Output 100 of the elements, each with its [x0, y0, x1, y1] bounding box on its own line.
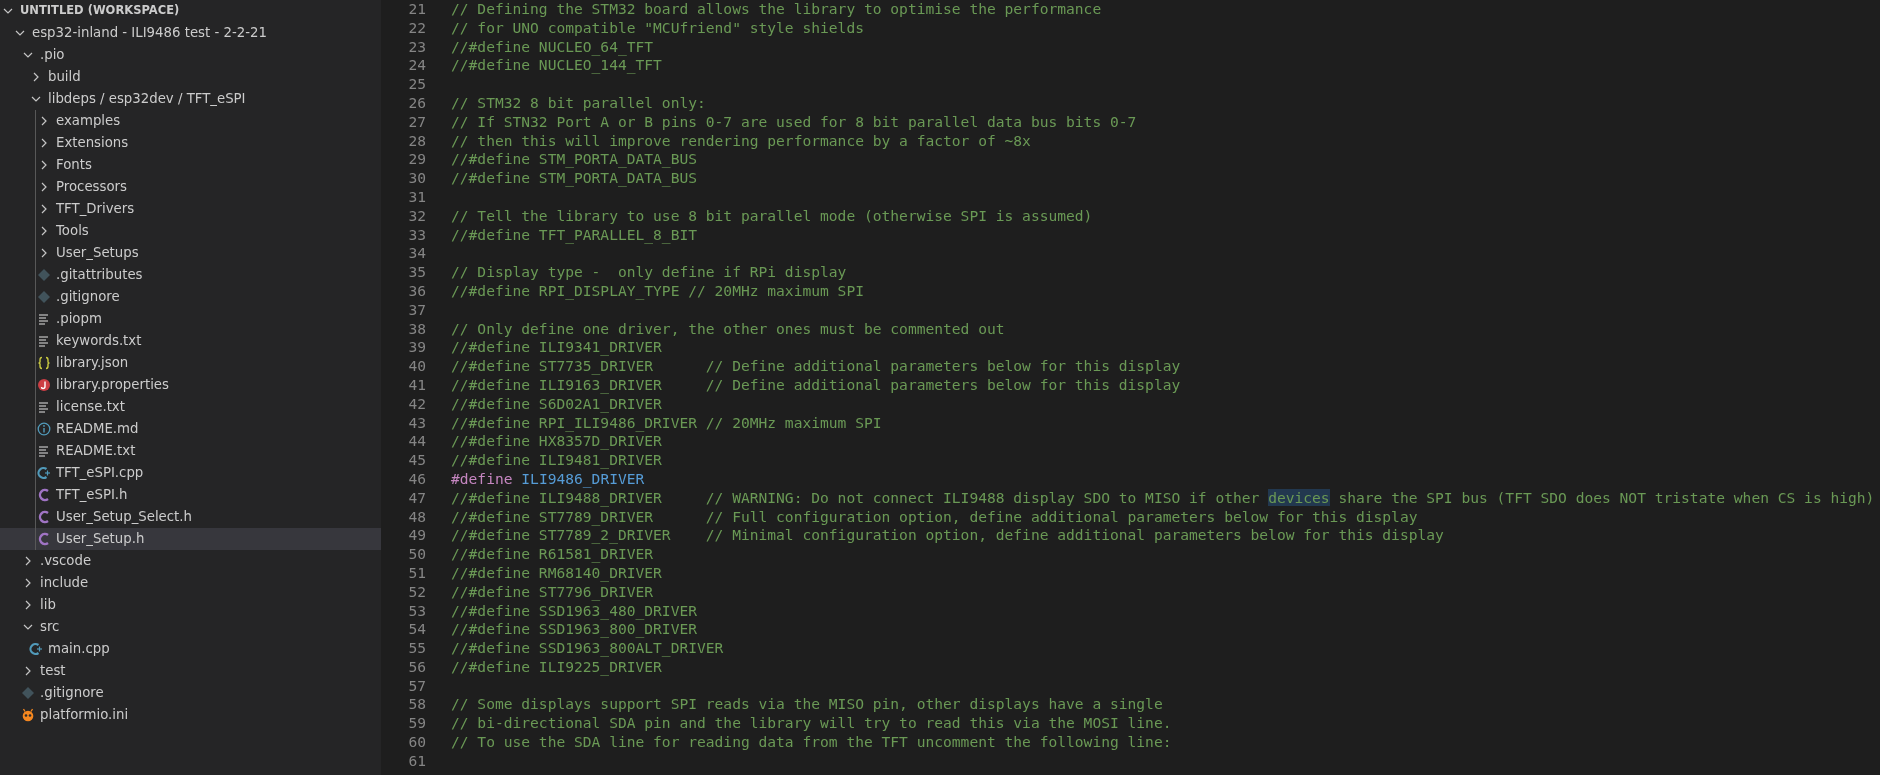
code-line: // If STN32 Port A or B pins 0-7 are used for 8 bit parallel data bus bits 0-7: [451, 112, 1137, 132]
line-number: 52: [407, 582, 426, 602]
code-line: //#define ILI9341_DRIVER: [451, 338, 662, 358]
line-number: 28: [407, 131, 426, 151]
diamond-icon: [37, 268, 51, 282]
line-number: 22: [407, 18, 426, 38]
line-number: 47: [407, 488, 426, 508]
code-line: // Defining the STM32 board allows the library to optimise the performance: [451, 0, 1102, 19]
line-number: 49: [407, 526, 426, 546]
code-line: // for UNO compatible "MCUfriend" style shields: [451, 18, 864, 38]
file-item[interactable]: User_Setup_Select.h: [0, 506, 381, 528]
file-item[interactable]: README.md: [0, 418, 381, 440]
line-number: 23: [407, 37, 426, 57]
diamond-icon: [21, 686, 35, 700]
braces-icon: [37, 356, 51, 370]
file-item[interactable]: User_Setup.h: [0, 528, 381, 550]
file-item[interactable]: .gitignore: [0, 286, 381, 308]
folder-item[interactable]: test: [0, 660, 381, 682]
code-line: //#define ST7789_2_DRIVER // Minimal configuration option, define additional parameters below for this display: [451, 526, 1444, 546]
line-number: 24: [407, 56, 426, 76]
line-number: 59: [407, 714, 426, 734]
line-number: 27: [407, 112, 426, 132]
line-number: 43: [407, 413, 426, 433]
file-item[interactable]: TFT_eSPI.h: [0, 484, 381, 506]
file-item[interactable]: keywords.txt: [0, 330, 381, 352]
line-number: 56: [407, 657, 426, 677]
code-line: //#define HX8357D_DRIVER: [451, 432, 662, 452]
line-number: 35: [407, 263, 426, 282]
workspace-header[interactable]: UNTITLED (WORKSPACE): [0, 0, 381, 22]
folder-item[interactable]: Extensions: [0, 132, 381, 154]
line-number: 61: [407, 751, 426, 771]
folder-item[interactable]: .pio: [0, 44, 381, 66]
line-number: 33: [407, 225, 426, 245]
circle-icon: [37, 378, 51, 392]
cpp-file-icon: [37, 466, 51, 480]
code-line: //#define ST7796_DRIVER: [451, 582, 654, 602]
code-line: //#define NUCLEO_144_TFT: [451, 56, 662, 76]
line-number: 51: [407, 563, 426, 583]
code-line: //#define RM68140_DRIVER: [451, 563, 662, 583]
code-line: // Tell the library to use 8 bit parallel mode (otherwise SPI is assumed): [451, 206, 1093, 226]
line-number: 37: [407, 300, 426, 320]
code-line: //#define ILI9488_DRIVER // WARNING: Do not connect ILI9488 display SDO to MISO if other devices share the SPI bus (TFT SDO does NOT tristate when CS is high): [451, 488, 1875, 508]
file-item[interactable]: platformio.ini: [0, 704, 381, 726]
code-line: //#define RPI_DISPLAY_TYPE // 20MHz maximum SPI: [451, 281, 864, 301]
line-number: 38: [407, 319, 426, 339]
file-item[interactable]: .gitignore: [0, 682, 381, 704]
folder-item[interactable]: User_Setups: [0, 242, 381, 264]
code-line: // Only define one driver, the other ones must be commented out: [451, 319, 1005, 339]
alien-head-icon: [21, 708, 35, 722]
line-number: 25: [407, 75, 426, 94]
c-file-icon: [37, 488, 51, 502]
folder-item[interactable]: libdeps / esp32dev / TFT_eSPI: [0, 88, 381, 110]
code-line: //#define RPI_ILI9486_DRIVER // 20MHz maximum SPI: [451, 413, 882, 433]
folder-item[interactable]: include: [0, 572, 381, 594]
code-line: // To use the SDA line for reading data from the TFT uncomment the following line:: [451, 733, 1172, 752]
file-item[interactable]: library.json: [0, 352, 381, 374]
line-number: 46: [407, 469, 426, 489]
file-item[interactable]: library.properties: [0, 374, 381, 396]
line-number: 48: [407, 507, 426, 527]
code-line: // STM32 8 bit parallel only:: [451, 94, 706, 113]
code-line: //#define ILI9163_DRIVER // Define additional parameters below for this display: [451, 375, 1181, 395]
folder-item[interactable]: .vscode: [0, 550, 381, 572]
code-line: //#define ILI9481_DRIVER: [451, 451, 662, 470]
line-number: 42: [407, 394, 426, 414]
file-item[interactable]: .piopm: [0, 308, 381, 330]
code-line: //#define TFT_PARALLEL_8_BIT: [451, 225, 697, 245]
file-item[interactable]: main.cpp: [0, 638, 381, 660]
folder-item[interactable]: Processors: [0, 176, 381, 198]
line-number: 36: [407, 281, 426, 301]
code-line: //#define S6D02A1_DRIVER: [451, 394, 662, 414]
folder-item[interactable]: examples: [0, 110, 381, 132]
line-number: 26: [407, 94, 426, 113]
folder-item[interactable]: src: [0, 616, 381, 638]
line-number: 41: [407, 375, 426, 395]
code-line: //#define ILI9225_DRIVER: [451, 657, 662, 677]
folder-item[interactable]: Fonts: [0, 154, 381, 176]
lines-icon: [37, 312, 51, 326]
code-line: // bi-directional SDA pin and the library will try to read this via the MOSI line.: [451, 714, 1172, 734]
code-line: //#define ST7789_DRIVER // Full configuration option, define additional parameters below for this display: [451, 507, 1418, 527]
line-number: 34: [407, 244, 426, 264]
lines-icon: [37, 444, 51, 458]
file-item[interactable]: license.txt: [0, 396, 381, 418]
folder-item[interactable]: lib: [0, 594, 381, 616]
code-line: //#define R61581_DRIVER: [451, 545, 654, 564]
line-number: 55: [407, 639, 426, 658]
folder-item[interactable]: esp32-inland - ILI9486 test - 2-2-21: [0, 22, 381, 44]
code-line: // Display type - only define if RPi display: [451, 263, 847, 282]
code-line: //#define SSD1963_800_DRIVER: [451, 620, 697, 640]
folder-item[interactable]: Tools: [0, 220, 381, 242]
file-item[interactable]: .gitattributes: [0, 264, 381, 286]
line-number: 39: [407, 338, 426, 358]
line-number: 60: [407, 733, 426, 752]
file-item[interactable]: TFT_eSPI.cpp: [0, 462, 381, 484]
line-number: 30: [407, 169, 426, 188]
line-number: 44: [407, 432, 426, 452]
file-item[interactable]: README.txt: [0, 440, 381, 462]
folder-item[interactable]: build: [0, 66, 381, 88]
folder-item[interactable]: TFT_Drivers: [0, 198, 381, 220]
code-line: //#define SSD1963_800ALT_DRIVER: [451, 639, 724, 658]
c-file-icon: [37, 532, 51, 546]
